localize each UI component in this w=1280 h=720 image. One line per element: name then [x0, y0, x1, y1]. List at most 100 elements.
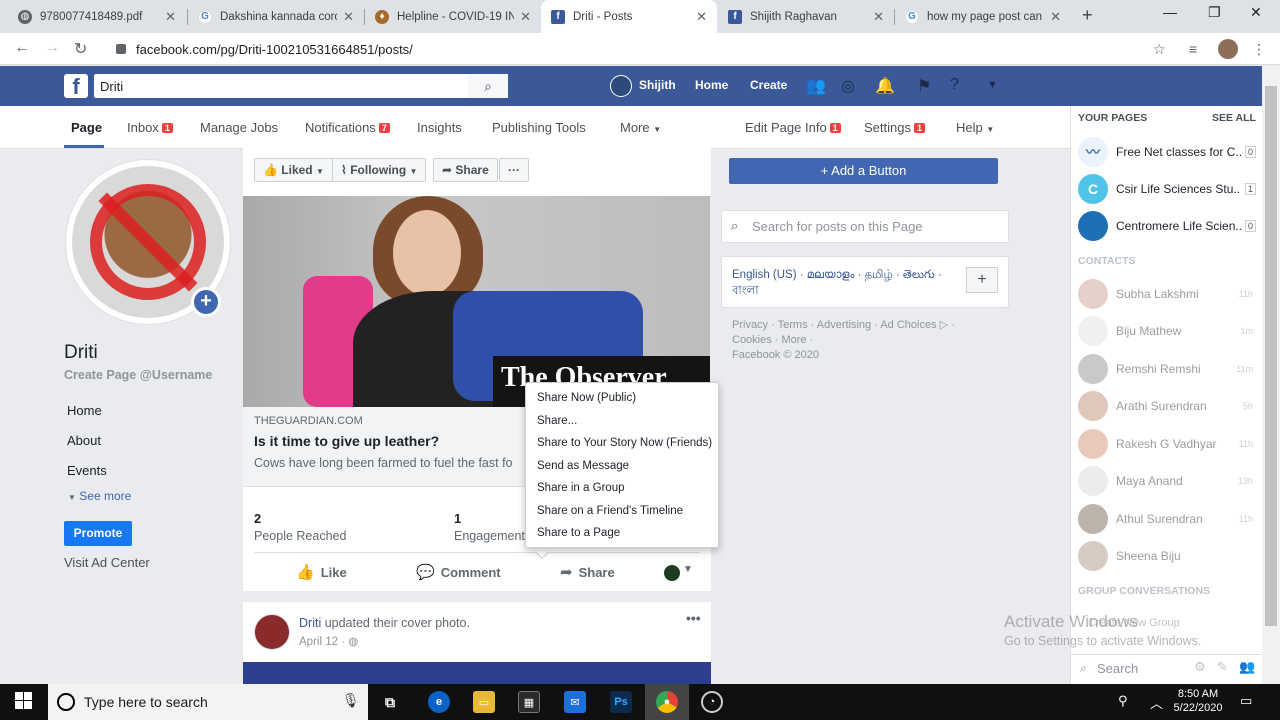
tab-notifications[interactable]: Notifications 7 — [305, 120, 390, 135]
tab-publishing-tools[interactable]: Publishing Tools — [492, 120, 586, 135]
add-language-button[interactable]: + — [966, 267, 998, 293]
tab-edit-page-info[interactable]: Edit Page Info 1 — [745, 120, 841, 135]
tab-manage-jobs[interactable]: Manage Jobs — [200, 120, 278, 135]
post-date[interactable]: April 12 · ◍ — [299, 634, 358, 648]
contact-item[interactable]: Arathi Surendran 5h — [1078, 391, 1253, 421]
promote-button[interactable]: Promote — [64, 521, 132, 546]
chevron-up-icon[interactable]: ︿ — [1150, 693, 1163, 712]
contact-item[interactable]: Maya Anand 13h — [1078, 466, 1253, 496]
people-icon[interactable]: ⚲ — [1118, 693, 1128, 709]
language-list[interactable]: English (US) · മലയാളം · தமிழ் · తెలుగు ·… — [732, 269, 942, 297]
reload-icon[interactable]: ↻ — [74, 39, 87, 59]
user-avatar[interactable] — [610, 75, 632, 97]
store-icon[interactable]: ▦ — [518, 691, 540, 713]
menu-item-share-dialog[interactable]: Share... — [526, 410, 718, 433]
share-button[interactable]: ➦ Share — [560, 563, 615, 581]
close-icon[interactable]: ✕ — [1050, 9, 1061, 25]
notifications-bell-icon[interactable]: 🔔 — [875, 76, 895, 96]
close-icon[interactable]: ✕ — [343, 9, 354, 25]
browser-profile-avatar[interactable] — [1218, 39, 1238, 59]
footer-links-1[interactable]: Privacy · Terms · Advertising · Ad Choic… — [732, 318, 1002, 333]
post-as-avatar[interactable] — [664, 565, 680, 581]
post-link-image[interactable]: The Observer — [243, 196, 710, 407]
contact-item[interactable]: Remshi Remshi 11m — [1078, 354, 1253, 384]
microphone-icon[interactable]: 🎙 — [342, 692, 360, 709]
browser-tab-driti-posts[interactable]: f Driti - Posts ✕ — [541, 0, 717, 33]
address-bar[interactable]: facebook.com/pg/Driti-100210531664851/po… — [106, 37, 1206, 61]
chrome-icon[interactable]: ● — [656, 691, 678, 713]
tab-page[interactable]: Page — [71, 120, 102, 135]
mail-icon[interactable]: ✉ — [564, 691, 586, 713]
file-explorer-icon[interactable]: ▭ — [473, 691, 495, 713]
page-post-search-input[interactable]: Search for posts on this Page — [721, 210, 1009, 243]
following-button[interactable]: ⌇ Following ▼ — [332, 158, 427, 182]
cover-photo-image[interactable] — [243, 662, 711, 684]
new-group-icon[interactable]: 👥 — [1239, 659, 1255, 675]
add-a-button-button[interactable]: + Add a Button — [729, 158, 998, 184]
close-icon[interactable]: ✕ — [696, 9, 707, 25]
new-tab-button[interactable]: + — [1082, 5, 1093, 26]
tab-help[interactable]: Help ▼ — [956, 120, 994, 135]
post-options-button[interactable]: ••• — [686, 610, 701, 626]
minimize-icon[interactable]: — — [1163, 4, 1177, 20]
messenger-icon[interactable]: ◎ — [841, 76, 855, 96]
menu-item-share-to-page[interactable]: Share to a Page — [526, 522, 718, 545]
profile-link[interactable]: Shijith — [639, 78, 676, 92]
bookmark-star-icon[interactable]: ☆ — [1153, 41, 1166, 58]
browser-tab-google-search[interactable]: G how my page post can ✕ — [895, 0, 1071, 33]
your-page-item[interactable]: C Csir Life Sciences Stu... 1 — [1078, 174, 1256, 204]
close-icon[interactable]: ✕ — [520, 9, 531, 25]
browser-tab-shijith[interactable]: f Shijith Raghavan ✕ — [718, 0, 894, 33]
see-more-link[interactable]: ▼ See more — [68, 489, 131, 503]
forward-arrow-icon[interactable]: → — [44, 39, 60, 57]
browser-tab-dakshina[interactable]: G Dakshina kannada coro ✕ — [188, 0, 364, 33]
reading-list-icon[interactable]: ≡ — [1189, 41, 1197, 57]
sidebar-item-events[interactable]: Events — [67, 463, 107, 478]
chat-search-input[interactable]: Search — [1071, 654, 1261, 682]
facebook-logo-icon[interactable]: f — [64, 74, 88, 99]
menu-item-share-to-story[interactable]: Share to Your Story Now (Friends) — [526, 432, 718, 455]
post-author-link[interactable]: Driti — [299, 616, 321, 630]
tab-insights[interactable]: Insights — [417, 120, 462, 135]
system-clock[interactable]: 8:50 AM 5/22/2020 — [1172, 687, 1224, 715]
ad-center-link[interactable]: Visit Ad Center — [64, 555, 150, 570]
gear-icon[interactable]: ⚙ — [1194, 659, 1206, 675]
contact-item[interactable]: Subha Lakshmi 11h — [1078, 279, 1253, 309]
liked-button[interactable]: 👍 Liked ▼ — [254, 158, 333, 182]
friend-requests-icon[interactable]: 👥 — [806, 76, 826, 96]
add-photo-plus-icon[interactable]: + — [191, 287, 221, 317]
app-icon[interactable]: ◔ — [701, 691, 723, 713]
browser-tab-helpline[interactable]: ♦ Helpline - COVID-19 IN ✕ — [365, 0, 541, 33]
chevron-down-icon[interactable]: ▼ — [683, 564, 693, 575]
menu-item-send-as-message[interactable]: Send as Message — [526, 455, 718, 478]
contact-item[interactable]: Biju Mathew 1m — [1078, 316, 1253, 346]
footer-links-2[interactable]: Cookies · More · — [732, 333, 1002, 348]
task-view-icon[interactable]: ⧉ — [379, 691, 401, 713]
photoshop-icon[interactable]: Ps — [610, 691, 632, 713]
pages-icon[interactable]: ⚑ — [917, 76, 931, 96]
your-page-item[interactable]: Centromere Life Scien... 0 — [1078, 211, 1256, 241]
menu-item-share-in-group[interactable]: Share in a Group — [526, 477, 718, 500]
scrollbar-thumb[interactable] — [1265, 86, 1277, 626]
like-button[interactable]: 👍 Like — [296, 563, 347, 581]
browser-menu-icon[interactable]: ⋮ — [1252, 41, 1266, 58]
tab-settings[interactable]: Settings 1 — [864, 120, 925, 135]
home-link[interactable]: Home — [695, 78, 728, 92]
back-arrow-icon[interactable]: ← — [14, 39, 30, 57]
your-page-item[interactable]: 〰 Free Net classes for C... 0 — [1078, 137, 1256, 167]
search-icon[interactable]: ⌕ — [468, 74, 508, 98]
tab-more[interactable]: More ▼ — [620, 120, 661, 135]
close-icon[interactable]: ✕ — [873, 9, 884, 25]
more-options-button[interactable]: ··· — [499, 158, 529, 182]
sidebar-item-home[interactable]: Home — [67, 403, 102, 418]
language-links[interactable]: English (US) · മലയാളം · தமிழ் · తెలుగు ·… — [732, 267, 952, 299]
link-title[interactable]: Is it time to give up leather? — [254, 433, 439, 449]
contact-item[interactable]: Sheena Biju — [1078, 541, 1253, 571]
compose-icon[interactable]: ✎ — [1217, 659, 1228, 675]
post-author-avatar[interactable] — [254, 614, 290, 650]
account-dropdown-icon[interactable]: ▼ — [987, 79, 998, 91]
browser-tab-pdf[interactable]: ◍ 9780077418489.pdf ✕ — [8, 0, 186, 33]
close-icon[interactable]: ✕ — [165, 9, 176, 25]
tab-inbox[interactable]: Inbox 1 — [127, 120, 173, 135]
window-close-icon[interactable]: ✕ — [1250, 4, 1262, 21]
